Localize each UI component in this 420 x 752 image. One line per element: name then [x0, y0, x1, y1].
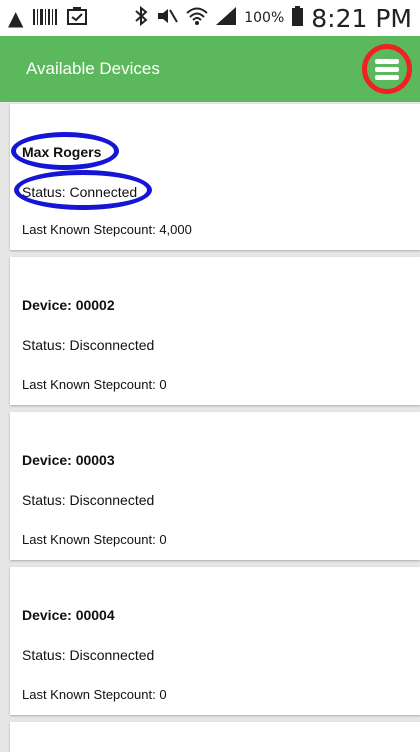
page-title: Available Devices — [26, 59, 160, 78]
device-status: Status: Connected — [22, 184, 138, 200]
device-card[interactable]: Device: 00004 Status: Disconnected Last … — [10, 567, 420, 715]
battery-icon — [292, 6, 304, 30]
clipboard-check-icon — [67, 6, 88, 30]
clock: 8:21 PM — [311, 3, 412, 33]
bluetooth-icon — [134, 5, 148, 30]
barcode-icon — [33, 6, 58, 30]
device-status: Status: Disconnected — [22, 337, 155, 353]
status-bar-left: ▲ — [0, 6, 88, 30]
device-name: Device: 00003 — [22, 452, 115, 468]
wifi-icon — [186, 6, 208, 30]
device-card[interactable]: Max Rogers Status: Connected Last Known … — [10, 104, 420, 250]
device-name: Device: 00002 — [22, 297, 115, 313]
warning-icon: ▲ — [8, 6, 24, 30]
device-name: Max Rogers — [22, 144, 102, 160]
signal-icon — [216, 7, 237, 29]
device-list: Max Rogers Status: Connected Last Known … — [10, 104, 420, 752]
device-card[interactable]: Device: 00002 Status: Disconnected Last … — [10, 257, 420, 405]
device-stepcount: Last Known Stepcount: 0 — [22, 687, 167, 702]
device-card[interactable]: Device: 00003 Status: Disconnected Last … — [10, 412, 420, 560]
device-name: Device: 00004 — [22, 607, 115, 623]
mute-icon — [156, 6, 179, 30]
device-status: Status: Disconnected — [22, 647, 155, 663]
device-stepcount: Last Known Stepcount: 0 — [22, 377, 167, 392]
device-status: Status: Disconnected — [22, 492, 155, 508]
status-bar-right: 100% 8:21 PM — [134, 4, 420, 33]
app-bar: Available Devices — [0, 36, 420, 102]
hamburger-menu-icon — [375, 59, 399, 80]
status-bar: ▲ 100% 8:21 PM — [0, 0, 420, 36]
device-stepcount: Last Known Stepcount: 0 — [22, 532, 167, 547]
battery-percentage: 100% — [244, 10, 285, 26]
menu-button[interactable] — [362, 44, 412, 94]
device-stepcount: Last Known Stepcount: 4,000 — [22, 222, 192, 237]
